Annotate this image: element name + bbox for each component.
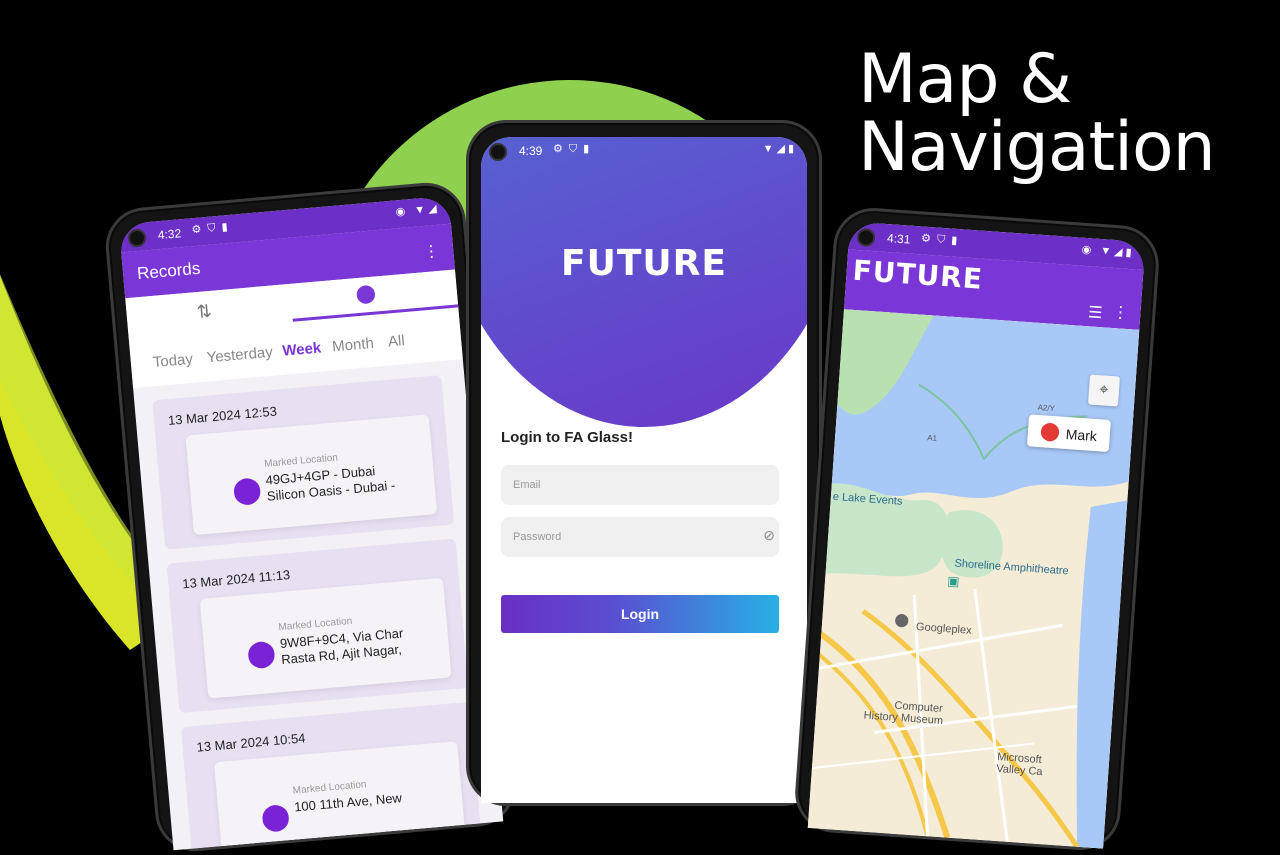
more-vert-icon[interactable]: ⋮ xyxy=(1112,302,1129,323)
camera-icon xyxy=(127,228,147,248)
more-vert-icon[interactable]: ⋮ xyxy=(422,241,440,262)
login-button[interactable]: Login xyxy=(501,595,779,633)
tab-all[interactable]: All xyxy=(387,332,405,350)
signal-icons: ◉ ▼◢ xyxy=(395,202,441,219)
record-details: ⬤ Marked Location 9W8F+9C4, Via Char Ras… xyxy=(199,577,452,699)
route-icon[interactable]: ⇅ xyxy=(196,301,213,323)
road-a1: A1 xyxy=(926,433,938,443)
map-phone: 4:31 ⚙⛉▮ ◉ ▼◢▮ FUTURE ☰ ⋮ ⌖ ⬤ Mark e Lak… xyxy=(792,205,1162,853)
app-title: Records xyxy=(136,258,202,284)
location-pin-icon: ⬤ xyxy=(894,611,910,628)
my-location-icon[interactable]: ⌖ xyxy=(1087,374,1120,407)
record-card[interactable]: 13 Mar 2024 11:13 ⬤ Marked Location 9W8F… xyxy=(166,538,469,714)
headline-line-1: Map & xyxy=(858,40,1072,119)
status-time: 4:39 xyxy=(519,144,543,158)
status-icons: ⚙⛉▮ xyxy=(553,143,596,155)
headline-line-2: Navigation xyxy=(858,108,1216,187)
password-field[interactable] xyxy=(501,517,779,557)
tab-month[interactable]: Month xyxy=(332,335,375,356)
status-bar: 4:39 ⚙⛉▮ ▼◢▮ xyxy=(481,137,807,165)
road-a2: A2/Y xyxy=(1037,402,1056,414)
record-details: ⬤ Marked Location 100 11th Ave, New xyxy=(214,741,466,851)
status-icons: ⚙⛉▮ xyxy=(191,220,235,237)
filter-icon[interactable]: ☰ xyxy=(1087,302,1103,323)
visibility-off-icon[interactable]: ⊘ xyxy=(763,527,775,544)
future-logo: FUTURE xyxy=(561,243,727,284)
record-date: 13 Mar 2024 11:13 xyxy=(181,567,291,592)
location-pin-icon: ⬤ xyxy=(231,473,263,506)
records-phone: 4:32 ⚙⛉▮ ◉ ▼◢ Records ⋮ ⇅ ⬤ Today Yester… xyxy=(102,179,519,855)
record-date: 13 Mar 2024 12:53 xyxy=(167,403,278,429)
location-pin-icon: ⬤ xyxy=(259,799,292,833)
signal-icons: ◉ ▼◢▮ xyxy=(1081,243,1136,260)
tab-yesterday[interactable]: Yesterday xyxy=(206,344,273,367)
record-details: ⬤ Marked Location 49GJ+4GP - Dubai Silic… xyxy=(185,414,438,536)
amphitheatre-icon: ▣ xyxy=(946,573,961,589)
tab-week[interactable]: Week xyxy=(282,339,322,359)
location-pin-icon: ⬤ xyxy=(1039,420,1061,442)
login-screen: 4:39 ⚙⛉▮ ▼◢▮ FUTURE Login to FA Glass! ⊘… xyxy=(481,137,807,803)
location-pin-icon: ⬤ xyxy=(245,636,278,670)
tab-today[interactable]: Today xyxy=(152,351,193,371)
future-logo: FUTURE xyxy=(851,253,984,296)
camera-icon xyxy=(489,143,507,161)
mark-button[interactable]: ⬤ Mark xyxy=(1026,414,1111,452)
login-title: Login to FA Glass! xyxy=(501,429,633,446)
record-date: 13 Mar 2024 10:54 xyxy=(195,730,307,755)
record-card[interactable]: 13 Mar 2024 10:54 ⬤ Marked Location 100 … xyxy=(180,701,483,851)
signal-icons: ▼◢▮ xyxy=(762,143,797,155)
record-card[interactable]: 13 Mar 2024 12:53 ⬤ Marked Location 49GJ… xyxy=(152,375,455,550)
mark-label: Mark xyxy=(1065,425,1098,445)
status-time: 4:31 xyxy=(886,231,911,247)
headline: Map & Navigation xyxy=(858,40,1216,187)
email-field[interactable] xyxy=(501,465,779,505)
camera-icon xyxy=(856,227,876,248)
records-screen: 4:32 ⚙⛉▮ ◉ ▼◢ Records ⋮ ⇅ ⬤ Today Yester… xyxy=(118,195,504,851)
login-phone: 4:39 ⚙⛉▮ ▼◢▮ FUTURE Login to FA Glass! ⊘… xyxy=(466,120,822,806)
status-time: 4:32 xyxy=(157,226,182,243)
location-pin-icon[interactable]: ⬤ xyxy=(355,282,377,305)
map-view[interactable]: ⌖ ⬤ Mark e Lake Events Shoreline Amphith… xyxy=(807,309,1140,849)
map-screen: 4:31 ⚙⛉▮ ◉ ▼◢▮ FUTURE ☰ ⋮ ⌖ ⬤ Mark e Lak… xyxy=(807,221,1146,849)
status-icons: ⚙⛉▮ xyxy=(920,232,964,248)
